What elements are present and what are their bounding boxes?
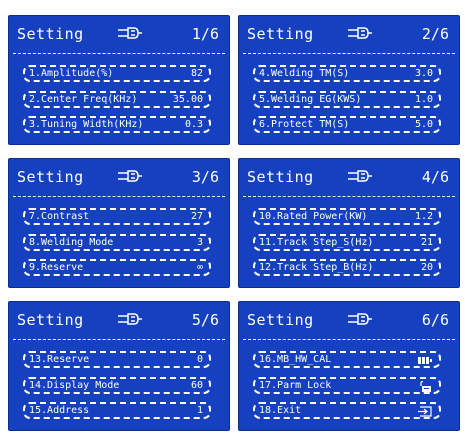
setting-value: 3 [196,237,203,248]
header-divider [243,196,455,197]
plug-icon [118,313,142,325]
setting-value: 0.3 [184,119,203,130]
screen-header: Setting 2/6 [239,16,459,54]
header-divider [243,339,455,340]
setting-row-rated-power[interactable]: 10.Rated Power(KW) 1.2 [253,208,441,225]
setting-row-contrast[interactable]: 7.Contrast 27 [23,208,211,225]
page-indicator: 3/6 [191,168,219,186]
setting-row-welding-eg[interactable]: 5.Welding EG(KWS) 1.0 [253,91,441,108]
setting-label: 7.Contrast [29,211,90,222]
setting-label: 1.Amplitude(%) [29,68,114,79]
setting-label: 11.Track Step_S(Hz) [259,237,374,248]
setting-value: 1.2 [414,211,433,222]
setting-value: 0 [196,354,203,365]
page-indicator: 1/6 [191,25,219,43]
setting-row-mb-hw-cal[interactable]: 16.MB_HW_CAL [253,351,441,368]
battery-icon [418,357,432,364]
setting-label: 6.Protect TM(S) [259,119,350,130]
header-divider [243,53,455,54]
setting-label: 14.Display Mode [29,380,120,391]
header-divider [13,196,225,197]
setting-row-address[interactable]: 15.Address 1 [23,402,211,419]
header-divider [13,339,225,340]
setting-row-track-step-s[interactable]: 11.Track Step_S(Hz) 21 [253,234,441,251]
settings-screen-4: Setting 4/6 10.Rated Power(KW) 1.2 11.Tr… [238,158,460,288]
screen-header: Setting 3/6 [9,159,229,197]
setting-value: 5.0 [414,119,433,130]
settings-screen-5: Setting 5/6 13.Reserve 0 14.Display Mode… [8,301,230,431]
setting-row-track-step-b[interactable]: 12.Track Step_B(Hz) 20 [253,259,441,276]
setting-row-tuning-width[interactable]: 3.Tuning Width(KHz) 0.3 [23,116,211,133]
setting-label: 9.Reserve [29,262,84,273]
plug-icon [348,313,372,325]
setting-value: 60 [190,380,203,391]
screen-title: Setting [247,311,314,329]
screen-title: Setting [17,168,84,186]
setting-label: 5.Welding EG(KWS) [259,94,362,105]
header-divider [13,53,225,54]
settings-screen-3: Setting 3/6 7.Contrast 27 8.Welding Mode… [8,158,230,288]
screen-header: Setting 4/6 [239,159,459,197]
plug-icon [348,170,372,182]
setting-value: 35.00 [172,94,203,105]
screen-title: Setting [247,25,314,43]
screen-header: Setting 1/6 [9,16,229,54]
screen-header: Setting 6/6 [239,302,459,340]
page-indicator: 2/6 [421,25,449,43]
setting-label: 15.Address [29,405,90,416]
setting-label: 8.Welding Mode [29,237,114,248]
setting-row-display-mode[interactable]: 14.Display Mode 60 [23,377,211,394]
setting-row-exit[interactable]: 18.Exit [253,402,441,419]
setting-value: 3.0 [414,68,433,79]
settings-screen-6: Setting 6/6 16.MB_HW_CAL 17.Parm Lock 18… [238,301,460,431]
page-indicator: 6/6 [421,311,449,329]
setting-label: 13.Reserve [29,354,90,365]
setting-label: 3.Tuning Width(KHz) [29,119,144,130]
setting-value: 1.0 [414,94,433,105]
screen-header: Setting 5/6 [9,302,229,340]
settings-screen-1: Setting 1/6 1.Amplitude(%) 82 2.Center F… [8,15,230,145]
screen-title: Setting [17,311,84,329]
setting-label: 4.Welding TM(S) [259,68,350,79]
setting-value: 82 [190,68,203,79]
exit-icon [418,406,432,417]
setting-row-center-freq[interactable]: 2.Center Freq(KHz) 35.00 [23,91,211,108]
setting-label: 2.Center Freq(KHz) [29,94,138,105]
setting-label: 10.Rated Power(KW) [259,211,368,222]
setting-label: 12.Track Step_B(Hz) [259,262,374,273]
setting-row-protect-tm[interactable]: 6.Protect TM(S) 5.0 [253,116,441,133]
infinity-value: ∞ [196,262,203,273]
plug-icon [118,170,142,182]
screen-title: Setting [17,25,84,43]
page-indicator: 4/6 [421,168,449,186]
setting-row-reserve[interactable]: 9.Reserve ∞ [23,259,211,276]
setting-row-parm-lock[interactable]: 17.Parm Lock [253,377,441,394]
screen-title: Setting [247,168,314,186]
setting-row-amplitude[interactable]: 1.Amplitude(%) 82 [23,65,211,82]
setting-row-welding-mode[interactable]: 8.Welding Mode 3 [23,234,211,251]
setting-label: 18.Exit [259,405,302,416]
setting-label: 16.MB_HW_CAL [259,354,332,365]
setting-label: 17.Parm Lock [259,380,332,391]
lock-icon [420,381,431,392]
plug-icon [348,27,372,39]
settings-screen-2: Setting 2/6 4.Welding TM(S) 3.0 5.Weldin… [238,15,460,145]
setting-row-reserve-13[interactable]: 13.Reserve 0 [23,351,211,368]
setting-value: 20 [420,262,433,273]
plug-icon [118,27,142,39]
setting-value: 27 [190,211,203,222]
page-indicator: 5/6 [191,311,219,329]
setting-row-welding-tm[interactable]: 4.Welding TM(S) 3.0 [253,65,441,82]
setting-value: 1 [196,405,203,416]
setting-value: 21 [420,237,433,248]
